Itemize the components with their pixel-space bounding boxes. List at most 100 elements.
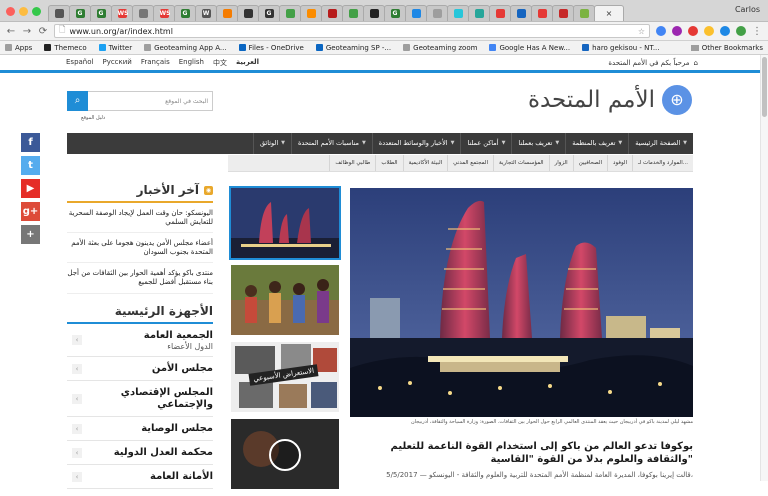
main-nav-item[interactable]: الأخبار والوسائط المتعددة ▼ bbox=[371, 133, 461, 154]
minimize-window-button[interactable] bbox=[19, 7, 28, 16]
thumbnail-video[interactable] bbox=[231, 419, 339, 489]
organ-item[interactable]: ‹ مجلس الأمن bbox=[67, 357, 213, 382]
audience-nav-item[interactable]: المؤسسات التجارية bbox=[493, 155, 549, 171]
bookmark-item[interactable]: haro gekisou - NT... bbox=[582, 44, 660, 52]
browser-tab[interactable] bbox=[531, 5, 553, 21]
browser-tab[interactable] bbox=[48, 5, 70, 21]
audience-nav-item[interactable]: الزوار bbox=[548, 155, 573, 171]
bookmark-item[interactable]: Geoteaming App A... bbox=[144, 44, 227, 52]
audience-nav-item[interactable]: طالبي الوظائف bbox=[329, 155, 375, 171]
close-window-button[interactable] bbox=[6, 7, 15, 16]
reload-icon[interactable]: ⟳ bbox=[38, 26, 48, 37]
search-icon[interactable]: ⌕ bbox=[67, 91, 88, 111]
organ-sublink[interactable]: الدول الأعضاء bbox=[82, 342, 213, 352]
browser-tab[interactable] bbox=[216, 5, 238, 21]
audience-nav-item[interactable]: الصحافيين bbox=[572, 155, 607, 171]
search-input[interactable]: البحث في الموقع bbox=[88, 91, 213, 111]
main-nav-item[interactable]: أماكن عملنا ▼ bbox=[460, 133, 511, 154]
language-link[interactable]: العربية bbox=[236, 58, 259, 68]
language-link[interactable]: Français bbox=[141, 58, 170, 68]
news-item[interactable]: أعضاء مجلس الأمن يدينون هجوما على بعثة ا… bbox=[67, 233, 213, 264]
maximize-window-button[interactable] bbox=[32, 7, 41, 16]
language-link[interactable]: 中文 bbox=[213, 58, 227, 68]
profile-name[interactable]: Carlos bbox=[735, 5, 760, 14]
language-link[interactable]: Русский bbox=[102, 58, 131, 68]
bookmark-item[interactable]: Apps bbox=[5, 44, 32, 52]
browser-tab[interactable] bbox=[468, 5, 490, 21]
main-nav-item[interactable]: مناسبات الأمم المتحدة ▼ bbox=[291, 133, 372, 154]
organ-item[interactable]: ‹ الأمانة العامة bbox=[67, 465, 213, 490]
main-nav-item[interactable]: الصفحة الرئيسية ▼ bbox=[628, 133, 693, 154]
main-nav-item[interactable]: تعريف بعملنا ▼ bbox=[511, 133, 565, 154]
extension-icon[interactable] bbox=[656, 26, 666, 36]
browser-tab[interactable] bbox=[279, 5, 301, 21]
browser-tab[interactable] bbox=[573, 5, 595, 21]
social-share-icon[interactable]: t bbox=[21, 156, 40, 175]
rss-icon[interactable]: ◉ bbox=[204, 185, 213, 195]
main-nav-item[interactable]: تعريف بالمنظمة ▼ bbox=[565, 133, 628, 154]
bookmark-item[interactable]: Geoteaming zoom bbox=[403, 44, 477, 52]
organ-item[interactable]: ‹ الجمعية العامة الدول الأعضاء bbox=[67, 324, 213, 358]
thumbnail-baku[interactable] bbox=[229, 186, 341, 260]
browser-tab[interactable] bbox=[300, 5, 322, 21]
extension-icon[interactable] bbox=[688, 26, 698, 36]
extension-icon[interactable] bbox=[704, 26, 714, 36]
browser-tab[interactable]: G bbox=[90, 5, 112, 21]
menu-icon[interactable]: ⋮ bbox=[752, 26, 762, 37]
social-share-icon[interactable]: g+ bbox=[21, 202, 40, 221]
browser-tab[interactable]: G bbox=[69, 5, 91, 21]
browser-tab[interactable]: WS bbox=[153, 5, 175, 21]
site-logo[interactable]: الأمم المتحدة ⊕ bbox=[528, 85, 692, 115]
audience-nav-item[interactable]: الموارد والخدمات لـ... bbox=[632, 155, 693, 171]
thumbnail-weekly-review[interactable]: الاستعراض الأسبوعي bbox=[231, 342, 339, 412]
browser-tab[interactable] bbox=[447, 5, 469, 21]
browser-tab[interactable]: G bbox=[258, 5, 280, 21]
address-bar[interactable]: 🗋 www.un.org/ar/index.html ☆ bbox=[54, 24, 650, 38]
organ-item[interactable]: ‹ مجلس الوصاية bbox=[67, 417, 213, 442]
browser-tab-active[interactable]: × bbox=[594, 5, 624, 21]
audience-nav-item[interactable]: البيئة الأكاديمية bbox=[402, 155, 448, 171]
social-share-icon[interactable]: + bbox=[21, 225, 40, 244]
browser-tab[interactable]: G bbox=[174, 5, 196, 21]
audience-nav-item[interactable]: الوفود bbox=[607, 155, 632, 171]
bookmark-item[interactable]: Themeco bbox=[44, 44, 87, 52]
browser-tab[interactable] bbox=[321, 5, 343, 21]
bookmark-item[interactable]: Geoteaming SP -... bbox=[315, 44, 391, 52]
welcome-link[interactable]: مرحباً بكم في الأمم المتحدة ⌂ bbox=[608, 59, 698, 67]
language-link[interactable]: English bbox=[179, 58, 204, 68]
browser-tab[interactable] bbox=[552, 5, 574, 21]
organ-item[interactable]: ‹ المجلس الإقتصادي والإجتماعي bbox=[67, 381, 213, 418]
browser-tab[interactable] bbox=[426, 5, 448, 21]
back-icon[interactable]: ← bbox=[6, 26, 16, 37]
news-item[interactable]: اليونسكو: حان وقت العمل لإيجاد الوصفة ال… bbox=[67, 203, 213, 234]
site-guide-link[interactable]: دليل الموقع bbox=[81, 115, 105, 121]
browser-tab[interactable] bbox=[237, 5, 259, 21]
browser-tab[interactable]: WS bbox=[111, 5, 133, 21]
close-tab-icon[interactable]: × bbox=[606, 9, 613, 18]
organ-item[interactable]: ‹ محكمة العدل الدولية bbox=[67, 441, 213, 466]
browser-tab[interactable] bbox=[132, 5, 154, 21]
play-icon[interactable] bbox=[269, 439, 301, 471]
hero-image[interactable] bbox=[350, 188, 693, 417]
thumbnail-children[interactable] bbox=[231, 265, 339, 335]
other-bookmarks[interactable]: Other Bookmarks bbox=[690, 44, 763, 52]
extension-icon[interactable] bbox=[720, 26, 730, 36]
browser-tab[interactable] bbox=[510, 5, 532, 21]
main-nav-item[interactable]: الوثائق ▼ bbox=[253, 133, 291, 154]
bookmark-item[interactable]: Google Has A New... bbox=[489, 44, 570, 52]
social-share-icon[interactable]: f bbox=[21, 133, 40, 152]
browser-tab[interactable] bbox=[363, 5, 385, 21]
page-scrollbar[interactable] bbox=[760, 55, 768, 481]
bookmark-star-icon[interactable]: ☆ bbox=[638, 27, 645, 36]
story-headline[interactable]: بوكوفا تدعو العالم من باكو إلى استخدام ا… bbox=[350, 441, 693, 466]
scrollbar-thumb[interactable] bbox=[762, 57, 767, 117]
browser-tab[interactable] bbox=[489, 5, 511, 21]
bookmark-item[interactable]: Twitter bbox=[98, 44, 132, 52]
browser-tab[interactable]: W bbox=[195, 5, 217, 21]
forward-icon[interactable]: → bbox=[22, 26, 32, 37]
browser-tab[interactable] bbox=[405, 5, 427, 21]
bookmark-item[interactable]: Files - OneDrive bbox=[238, 44, 304, 52]
audience-nav-item[interactable]: الطلاب bbox=[375, 155, 402, 171]
extension-icon[interactable] bbox=[736, 26, 746, 36]
social-share-icon[interactable]: ▶ bbox=[21, 179, 40, 198]
